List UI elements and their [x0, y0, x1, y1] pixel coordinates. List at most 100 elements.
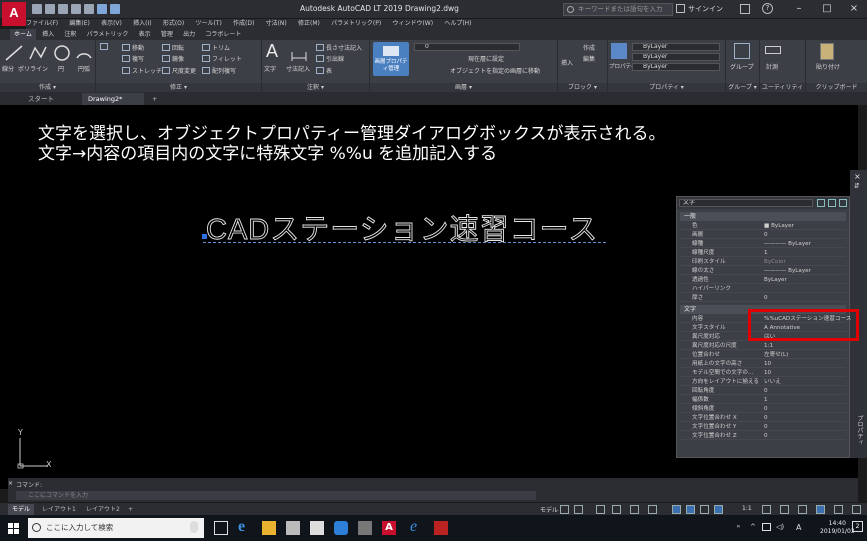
tab-home[interactable]: ホーム	[10, 29, 36, 40]
tab-view[interactable]: 表示	[135, 29, 155, 40]
toggle-pickadd-icon[interactable]	[817, 199, 825, 207]
rotate-tool[interactable]: 回転	[162, 43, 184, 52]
property-row[interactable]: 位置合わせ 左寄せ(L)	[680, 351, 846, 359]
menu-window[interactable]: ウィンドウ(W)	[392, 19, 433, 29]
tab-start[interactable]: スタート	[22, 93, 80, 105]
tab-insert[interactable]: 挿入	[38, 29, 58, 40]
groups-panel-title[interactable]: グループ ▾	[726, 83, 759, 92]
property-row[interactable]: 文字位置合わせ Z 0	[680, 432, 846, 440]
property-value[interactable]: ByColor	[764, 258, 786, 266]
new-tab-button[interactable]: +	[148, 93, 164, 105]
tab-collaborate[interactable]: コラボレート	[201, 29, 245, 40]
set-current-layer-tool[interactable]: 現在層に設定	[468, 54, 504, 63]
color-dropdown[interactable]: ByLayer	[632, 43, 720, 51]
annotation-panel-title[interactable]: 注釈 ▾	[262, 83, 369, 92]
menu-modify[interactable]: 修正(M)	[298, 19, 320, 29]
line-icon[interactable]	[4, 43, 24, 63]
arc-tool[interactable]: 円弧	[78, 64, 90, 73]
new-icon[interactable]	[32, 4, 42, 14]
layer-dropdown[interactable]: 0	[414, 43, 520, 51]
close-button[interactable]: ×	[840, 0, 867, 19]
dimension-tool[interactable]: 寸法記入	[286, 64, 310, 73]
people-icon[interactable]: ᴿ	[737, 524, 740, 532]
property-row[interactable]: ハイパーリンク	[680, 285, 846, 293]
property-row[interactable]: 色 ■ ByLayer	[680, 222, 846, 230]
menu-tools[interactable]: ツール(T)	[195, 19, 221, 29]
help-icon[interactable]: ?	[762, 3, 773, 14]
match-properties-icon[interactable]	[611, 43, 627, 59]
object-snap-tracking-icon[interactable]	[672, 505, 681, 514]
block-panel-title[interactable]: ブロック ▾	[558, 83, 607, 92]
windows-start-icon[interactable]	[8, 523, 19, 534]
menu-format[interactable]: 形式(O)	[163, 19, 184, 29]
property-value[interactable]: 0	[764, 405, 768, 413]
tab-layout1[interactable]: レイアウト1	[38, 504, 80, 515]
grid-icon[interactable]	[560, 505, 569, 514]
copy-tool[interactable]: 複写	[122, 54, 144, 63]
redo-icon[interactable]	[110, 4, 120, 14]
menu-edit[interactable]: 編集(E)	[69, 19, 89, 29]
edit-block-tool[interactable]: 編集	[583, 54, 595, 63]
task-view-icon[interactable]	[214, 521, 228, 535]
property-value[interactable]: 1	[764, 249, 768, 257]
group-tool[interactable]: グループ	[730, 62, 754, 71]
select-objects-icon[interactable]	[828, 199, 836, 207]
text-grip-handle[interactable]	[202, 234, 207, 239]
linetype-dropdown[interactable]: ByLayer	[632, 53, 720, 61]
property-value[interactable]: 10	[764, 369, 771, 377]
tab-manage[interactable]: 管理	[157, 29, 177, 40]
media-icon[interactable]	[358, 521, 372, 535]
insert-block-tool[interactable]: 挿入	[561, 58, 573, 67]
menu-view[interactable]: 表示(V)	[101, 19, 122, 29]
network-icon[interactable]	[762, 523, 771, 531]
properties-panel-title[interactable]: プロパティ ▾	[608, 83, 725, 92]
open-icon[interactable]	[45, 4, 55, 14]
property-value[interactable]: 0	[764, 423, 768, 431]
menu-help[interactable]: ヘルプ(H)	[444, 19, 471, 29]
property-row[interactable]: 異尺度対応の尺度 1:1	[680, 342, 846, 350]
arc-icon[interactable]	[74, 43, 94, 63]
clipboard-panel-title[interactable]: クリップボード	[806, 83, 867, 92]
measure-icon[interactable]	[765, 46, 781, 54]
snap-icon[interactable]	[574, 505, 583, 514]
add-layout-button[interactable]: +	[124, 504, 137, 515]
leader-tool[interactable]: 引出線	[316, 54, 344, 63]
linear-dim-tool[interactable]: 長さ寸法記入	[316, 43, 362, 52]
store-icon[interactable]	[310, 521, 324, 535]
lineweight-icon[interactable]	[686, 505, 695, 514]
internet-explorer-icon[interactable]: e	[410, 519, 424, 535]
application-menu-button[interactable]: A	[2, 2, 26, 26]
property-row[interactable]: 画層 0	[680, 231, 846, 239]
property-value[interactable]: 1:1	[764, 342, 773, 350]
undo-icon[interactable]	[97, 4, 107, 14]
palette-close-icon[interactable]: ×	[854, 172, 861, 181]
tray-chevron-icon[interactable]: ^	[750, 523, 756, 531]
property-row[interactable]: 用紙上の文字の高さ 10	[680, 360, 846, 368]
property-value[interactable]: 10	[764, 360, 771, 368]
modify-panel-title[interactable]: 修正 ▾	[96, 83, 261, 92]
text-icon[interactable]: A	[266, 41, 278, 62]
move-to-layer-tool[interactable]: オブジェクトを指定の画層に移動	[450, 66, 540, 75]
text-tool[interactable]: 文字	[264, 64, 276, 73]
mail-icon[interactable]	[286, 521, 300, 535]
property-value[interactable]: 0	[764, 387, 768, 395]
plot-icon[interactable]	[84, 4, 94, 14]
property-value[interactable]: 0	[764, 231, 768, 239]
isolate-objects-icon[interactable]	[798, 505, 807, 514]
menu-file[interactable]: ファイル(F)	[26, 19, 58, 29]
hardware-acceleration-icon[interactable]	[816, 505, 825, 514]
tab-drawing2[interactable]: Drawing2*	[82, 93, 144, 105]
lineweight-dropdown[interactable]: ByLayer	[632, 63, 720, 71]
table-tool[interactable]: 表	[316, 66, 332, 75]
edge-icon[interactable]: e	[238, 519, 252, 535]
property-row[interactable]: 線の太さ ———— ByLayer	[680, 267, 846, 275]
property-value[interactable]: 左寄せ(L)	[764, 351, 788, 359]
taskbar-clock[interactable]: 14:40 2019/01/03	[820, 520, 855, 536]
tab-parametric[interactable]: パラメトリック	[83, 29, 133, 40]
property-row[interactable]: 印刷スタイル ByColor	[680, 258, 846, 266]
mirror-tool[interactable]: 鏡像	[162, 54, 184, 63]
dimension-icon[interactable]	[289, 44, 309, 64]
autocad-taskbar-icon[interactable]: A	[382, 521, 396, 535]
paste-tool[interactable]: 貼り付け	[816, 62, 840, 71]
property-value[interactable]: 1	[764, 396, 768, 404]
